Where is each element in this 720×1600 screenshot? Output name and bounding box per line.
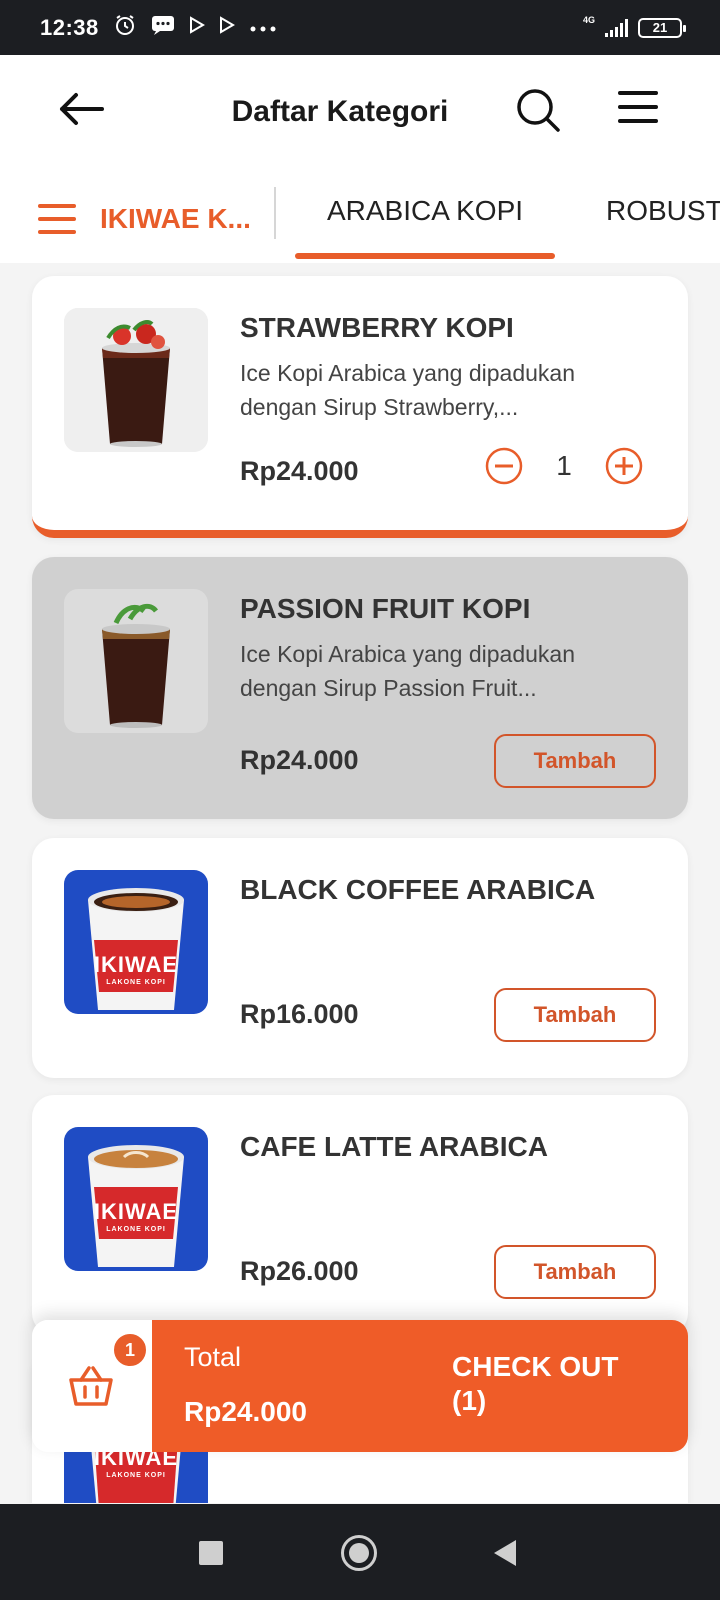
- notification-icons: [113, 13, 277, 43]
- battery-icon: 21: [638, 17, 686, 38]
- checkout-button-label: CHECK OUT: [452, 1351, 619, 1382]
- product-price: Rp26.000: [240, 1256, 359, 1286]
- system-nav-bar: [0, 1504, 720, 1600]
- product-card-cafe-latte-arabica[interactable]: IKIWAE LAKONE KOPI CAFE LATTE ARABICA Rp…: [32, 1095, 688, 1335]
- product-price: Rp24.000: [240, 456, 359, 486]
- checkout-button[interactable]: CHECK OUT (1): [452, 1350, 652, 1418]
- status-time: 12:38: [40, 14, 99, 40]
- signal-icon: [605, 18, 628, 37]
- message-icon: [151, 14, 175, 42]
- menu-button[interactable]: [618, 89, 658, 125]
- quantity-value: 1: [556, 450, 572, 481]
- app-header: Daftar Kategori: [0, 55, 720, 175]
- quantity-stepper: 1: [484, 444, 684, 488]
- total-label: Total: [184, 1342, 242, 1372]
- network-type: 4G: [582, 14, 595, 25]
- increase-quantity-button[interactable]: [604, 446, 644, 486]
- more-notifications-icon: [249, 16, 277, 39]
- battery-level: 21: [652, 20, 668, 35]
- active-tab-indicator: [295, 253, 555, 259]
- page-title: Daftar Kategori: [231, 95, 449, 128]
- product-name: BLACK COFFEE ARABICA: [240, 874, 596, 905]
- product-price: Rp24.000: [240, 745, 359, 775]
- checkout-button-count: (1): [452, 1385, 487, 1416]
- add-button[interactable]: Tambah: [494, 1245, 656, 1299]
- tab-divider: [274, 187, 276, 239]
- product-name: CAFE LATTE ARABICA: [240, 1131, 548, 1162]
- product-list[interactable]: STRAWBERRY KOPI Ice Kopi Arabica yang di…: [0, 263, 720, 1503]
- product-image: [64, 589, 208, 733]
- product-name: STRAWBERRY KOPI: [240, 312, 514, 343]
- cup-brand-logo: IKIWAE LAKONE KOPI: [93, 952, 179, 986]
- category-menu-button[interactable]: IKIWAE K...: [38, 197, 298, 241]
- basket-icon: [69, 1366, 113, 1406]
- add-button[interactable]: Tambah: [494, 988, 656, 1042]
- cup-brand-logo: IKIWAE LAKONE KOPI: [93, 1199, 179, 1233]
- tab-robusta[interactable]: ROBUSTA: [606, 195, 720, 227]
- search-icon: [517, 89, 560, 132]
- status-bar: 12:38 4G 21: [0, 0, 720, 55]
- total-value: Rp24.000: [184, 1396, 307, 1427]
- cart-button[interactable]: 1: [32, 1320, 152, 1452]
- alarm-icon: [113, 13, 137, 43]
- tab-arabica-kopi[interactable]: ARABICA KOPI: [295, 195, 555, 227]
- add-button[interactable]: Tambah: [494, 734, 656, 788]
- decrease-quantity-button[interactable]: [484, 446, 524, 486]
- plus-circle-icon: [605, 447, 643, 485]
- checkout-bar: 1 Total Rp24.000 CHECK OUT (1): [32, 1320, 688, 1452]
- home-button[interactable]: [341, 1535, 377, 1571]
- product-image: IKIWAE LAKONE KOPI: [64, 870, 208, 1014]
- product-price: Rp16.000: [240, 999, 359, 1029]
- play-store-icon-2: [219, 15, 235, 40]
- product-card-black-coffee-arabica[interactable]: IKIWAE LAKONE KOPI BLACK COFFEE ARABICA …: [32, 838, 688, 1078]
- product-card-strawberry-kopi[interactable]: STRAWBERRY KOPI Ice Kopi Arabica yang di…: [32, 276, 688, 538]
- category-list-icon: [38, 204, 76, 234]
- recent-apps-button[interactable]: [199, 1541, 223, 1565]
- play-store-icon: [189, 15, 205, 40]
- product-image: [64, 308, 208, 452]
- cart-count-badge: 1: [112, 1332, 148, 1368]
- product-name: PASSION FRUIT KOPI: [240, 593, 531, 624]
- product-card-passion-fruit-kopi[interactable]: PASSION FRUIT KOPI Ice Kopi Arabica yang…: [32, 557, 688, 819]
- minus-circle-icon: [485, 447, 523, 485]
- checkout-summary: Total Rp24.000 CHECK OUT (1): [152, 1320, 688, 1452]
- hamburger-menu-icon: [618, 91, 658, 123]
- status-right: 4G 21: [582, 14, 686, 38]
- system-back-button[interactable]: [494, 1540, 516, 1566]
- product-image: IKIWAE LAKONE KOPI: [64, 1127, 208, 1271]
- product-description: Ice Kopi Arabica yang dipadukan dengan S…: [240, 360, 576, 420]
- category-tabs: IKIWAE K... ARABICA KOPI ROBUSTA: [0, 175, 720, 263]
- product-description: Ice Kopi Arabica yang dipadukan dengan S…: [240, 641, 576, 701]
- search-button[interactable]: [515, 87, 561, 133]
- category-menu-label: IKIWAE K...: [100, 203, 251, 234]
